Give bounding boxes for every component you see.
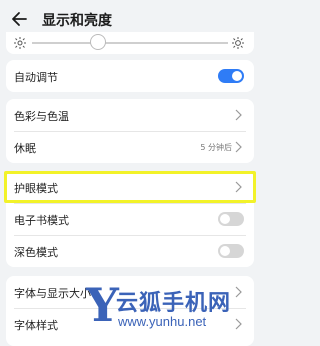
back-arrow-icon[interactable] bbox=[10, 9, 30, 29]
sun-high-icon bbox=[232, 37, 244, 49]
font-style-label: 字体样式 bbox=[14, 319, 58, 332]
eye-comfort-label: 护眼模式 bbox=[14, 182, 58, 195]
watermark: Y 云狐手机网 www.yunhu.net bbox=[86, 282, 260, 341]
sleep-value: 5 分钟后 bbox=[200, 143, 232, 152]
color-sleep-card: 色彩与色温 休眠 5 分钟后 bbox=[6, 99, 254, 163]
chevron-right-icon bbox=[235, 141, 242, 153]
watermark-logo: Y bbox=[86, 278, 119, 332]
mode-card: 护眼模式 电子书模式 深色模式 bbox=[6, 171, 254, 267]
ebook-label: 电子书模式 bbox=[14, 214, 69, 227]
sleep-row[interactable]: 休眠 5 分钟后 bbox=[14, 131, 246, 163]
color-label: 色彩与色温 bbox=[14, 110, 69, 123]
eye-comfort-row[interactable]: 护眼模式 bbox=[14, 171, 246, 203]
sleep-label: 休眠 bbox=[14, 142, 36, 155]
page-title: 显示和亮度 bbox=[42, 13, 112, 29]
font-size-label: 字体与显示大小 bbox=[14, 287, 91, 300]
auto-adjust-row[interactable]: 自动调节 bbox=[14, 60, 246, 92]
color-row[interactable]: 色彩与色温 bbox=[14, 99, 246, 131]
brightness-slider-thumb[interactable] bbox=[90, 34, 106, 50]
auto-adjust-toggle[interactable] bbox=[218, 69, 244, 83]
brightness-card bbox=[6, 32, 254, 54]
auto-adjust-label: 自动调节 bbox=[14, 71, 58, 84]
ebook-row[interactable]: 电子书模式 bbox=[14, 203, 246, 235]
brightness-slider-track[interactable] bbox=[32, 42, 228, 44]
chevron-right-icon bbox=[235, 181, 242, 193]
ebook-toggle[interactable] bbox=[218, 212, 244, 226]
watermark-text: 云狐手机网 bbox=[116, 291, 232, 316]
auto-adjust-card: 自动调节 bbox=[6, 60, 254, 92]
dark-mode-toggle[interactable] bbox=[218, 244, 244, 258]
chevron-right-icon bbox=[235, 109, 242, 121]
sun-low-icon bbox=[14, 37, 26, 49]
dark-mode-label: 深色模式 bbox=[14, 246, 58, 259]
watermark-url: www.yunhu.net bbox=[118, 314, 207, 329]
dark-mode-row[interactable]: 深色模式 bbox=[14, 235, 246, 267]
